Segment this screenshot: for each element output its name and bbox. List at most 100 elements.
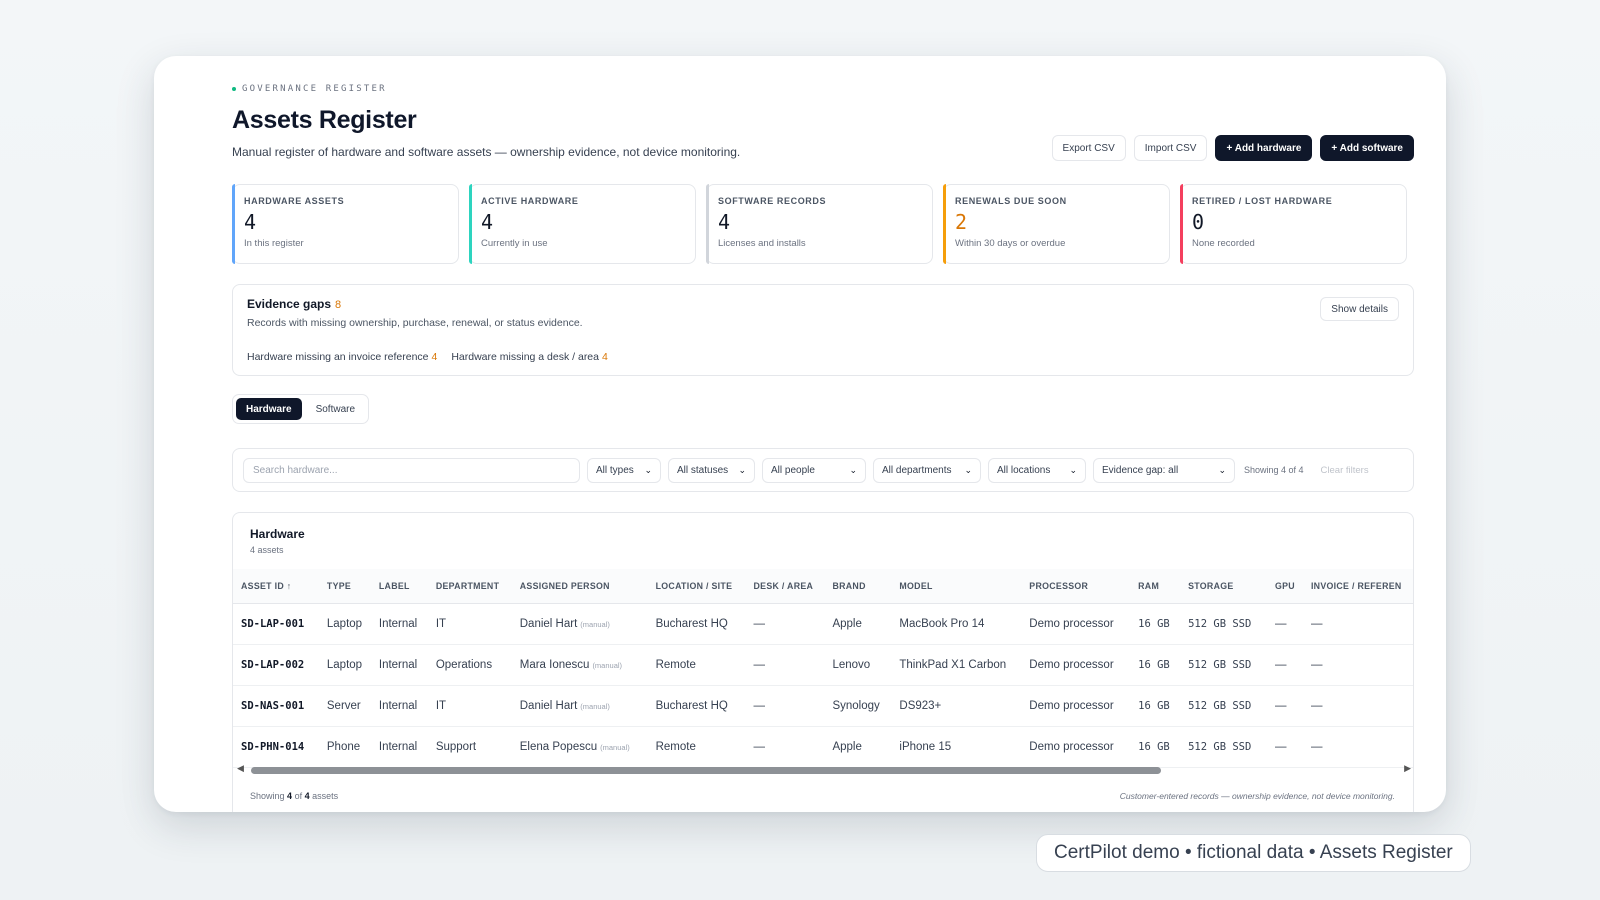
app-window: GOVERNANCE REGISTER Assets Register Manu… (154, 56, 1446, 812)
cell-department: IT (427, 603, 512, 645)
cell-gpu: — (1266, 726, 1303, 768)
table-footer-count: Showing 4 of 4 assets (250, 791, 338, 801)
cell-assigned-person: Daniel Hart (manual) (511, 603, 648, 645)
gap-item-label: Hardware missing an invoice reference (247, 351, 429, 363)
table-footer-note: Customer-entered records — ownership evi… (1119, 791, 1395, 801)
type-filter-select[interactable]: All types ⌄ (587, 457, 661, 483)
stat-card-retired-lost: RETIRED / LOST HARDWARE 0 None recorded (1180, 184, 1407, 264)
add-hardware-button[interactable]: + Add hardware (1215, 135, 1313, 161)
stat-value: 4 (481, 210, 494, 234)
cell-ram: 16 GB (1130, 644, 1181, 686)
column-processor: PROCESSOR (1021, 569, 1131, 604)
person-name: Daniel Hart (519, 699, 578, 712)
cell-processor: Demo processor (1021, 726, 1131, 768)
column-model: MODEL (891, 569, 1022, 604)
stat-value: 4 (244, 210, 257, 234)
hardware-table-card: Hardware 4 assets ASSET ID ↑ TYPE LABEL … (232, 512, 1414, 812)
filter-bar: Search hardware... All types ⌄ All status… (232, 448, 1414, 492)
cell-department: Operations (427, 644, 512, 686)
cell-location: Bucharest HQ (647, 685, 746, 727)
table-row[interactable]: SD-NAS-001 Server Internal IT Daniel Har… (233, 685, 1413, 727)
column-asset-id[interactable]: ASSET ID ↑ (233, 569, 319, 604)
column-brand: BRAND (824, 569, 892, 604)
cell-invoice: — (1302, 603, 1413, 645)
gap-item-count: 4 (431, 351, 438, 363)
evidence-gaps-label: Evidence gaps (247, 297, 332, 311)
table-row[interactable]: SD-LAP-002 Laptop Internal Operations Ma… (233, 644, 1413, 686)
add-software-button[interactable]: + Add software (1320, 135, 1414, 161)
cell-storage: 512 GB SSD (1180, 726, 1267, 768)
cell-assigned-person: Mara Ionescu (manual) (511, 644, 648, 686)
gap-item: Hardware missing a desk / area 4 (451, 351, 608, 363)
footer-total: 4 (304, 791, 310, 801)
cell-assigned-person: Elena Popescu (manual) (511, 726, 648, 768)
person-name: Daniel Hart (519, 617, 578, 630)
cell-department: IT (427, 685, 512, 727)
evidence-gaps-title: Evidence gaps 8 (247, 297, 1399, 311)
cell-desk: — (745, 603, 825, 645)
stat-label: RETIRED / LOST HARDWARE (1192, 196, 1333, 206)
stat-value: 2 (955, 210, 968, 234)
page-title: Assets Register (232, 106, 417, 134)
cell-desk: — (745, 644, 825, 686)
column-label: LABEL (370, 569, 428, 604)
chevron-down-icon: ⌄ (644, 464, 652, 475)
demo-caption: CertPilot demo • fictional data • Assets… (1036, 834, 1471, 872)
filter-result-count: Showing 4 of 4 (1244, 465, 1304, 475)
tab-software[interactable]: Software (306, 398, 365, 420)
table-title: Hardware (250, 527, 305, 541)
stat-note: Currently in use (481, 238, 548, 249)
stat-note: Licenses and installs (718, 238, 806, 249)
stat-note: In this register (244, 238, 304, 249)
table-row[interactable]: SD-PHN-014 Phone Internal Support Elena … (233, 726, 1413, 768)
evidence-gaps-panel: Evidence gaps 8 Records with missing owne… (232, 284, 1414, 376)
scrollbar-thumb[interactable] (251, 767, 1161, 774)
stat-cards: HARDWARE ASSETS 4 In this register ACTIV… (232, 184, 1407, 264)
gap-item: Hardware missing an invoice reference 4 (247, 351, 437, 363)
status-filter-select[interactable]: All statuses ⌄ (668, 457, 755, 483)
stat-label: ACTIVE HARDWARE (481, 196, 579, 206)
table-row[interactable]: SD-LAP-001 Laptop Internal IT Daniel Har… (233, 603, 1413, 645)
stat-label: RENEWALS DUE SOON (955, 196, 1067, 206)
cell-invoice: — (1302, 726, 1413, 768)
column-storage: STORAGE (1180, 569, 1267, 604)
search-input[interactable]: Search hardware... (243, 457, 580, 483)
cell-model: iPhone 15 (891, 726, 1022, 768)
select-value: All statuses (677, 464, 729, 476)
cell-desk: — (745, 726, 825, 768)
tab-hardware[interactable]: Hardware (236, 398, 302, 420)
column-assigned-person: ASSIGNED PERSON (511, 569, 648, 604)
cell-processor: Demo processor (1021, 685, 1131, 727)
cell-ram: 16 GB (1130, 603, 1181, 645)
stat-value: 0 (1192, 210, 1205, 234)
location-filter-select[interactable]: All locations ⌄ (988, 457, 1086, 483)
scroll-right-icon[interactable]: ▶ (1404, 763, 1411, 774)
person-filter-select[interactable]: All people ⌄ (762, 457, 866, 483)
cell-ram: 16 GB (1130, 685, 1181, 727)
footer-prefix: Showing (250, 791, 285, 801)
import-csv-button[interactable]: Import CSV (1133, 135, 1208, 161)
stat-card-active-hardware: ACTIVE HARDWARE 4 Currently in use (469, 184, 696, 264)
table-subtitle: 4 assets (250, 545, 284, 555)
header-actions: Export CSV Import CSV + Add hardware + A… (1051, 135, 1414, 161)
manual-tag: (manual) (580, 701, 610, 711)
evidence-gap-filter-select[interactable]: Evidence gap: all ⌄ (1093, 457, 1235, 483)
export-csv-button[interactable]: Export CSV (1051, 135, 1126, 161)
show-details-button[interactable]: Show details (1320, 297, 1399, 321)
cell-label: Internal (370, 644, 428, 686)
chevron-down-icon: ⌄ (738, 464, 746, 475)
cell-department: Support (427, 726, 512, 768)
stat-card-renewals-due: RENEWALS DUE SOON 2 Within 30 days or ov… (943, 184, 1170, 264)
cell-location: Remote (647, 644, 746, 686)
column-department: DEPARTMENT (427, 569, 512, 604)
cell-ram: 16 GB (1130, 726, 1181, 768)
cell-type: Server (318, 685, 371, 727)
cell-location: Bucharest HQ (647, 603, 746, 645)
department-filter-select[interactable]: All departments ⌄ (873, 457, 981, 483)
evidence-gaps-description: Records with missing ownership, purchase… (247, 317, 583, 329)
scroll-left-icon[interactable]: ◀ (237, 763, 244, 774)
select-value: All locations (997, 464, 1051, 476)
cell-invoice: — (1302, 685, 1413, 727)
clear-filters-button[interactable]: Clear filters (1321, 465, 1369, 476)
horizontal-scrollbar[interactable]: ◀ ▶ (237, 763, 1411, 777)
